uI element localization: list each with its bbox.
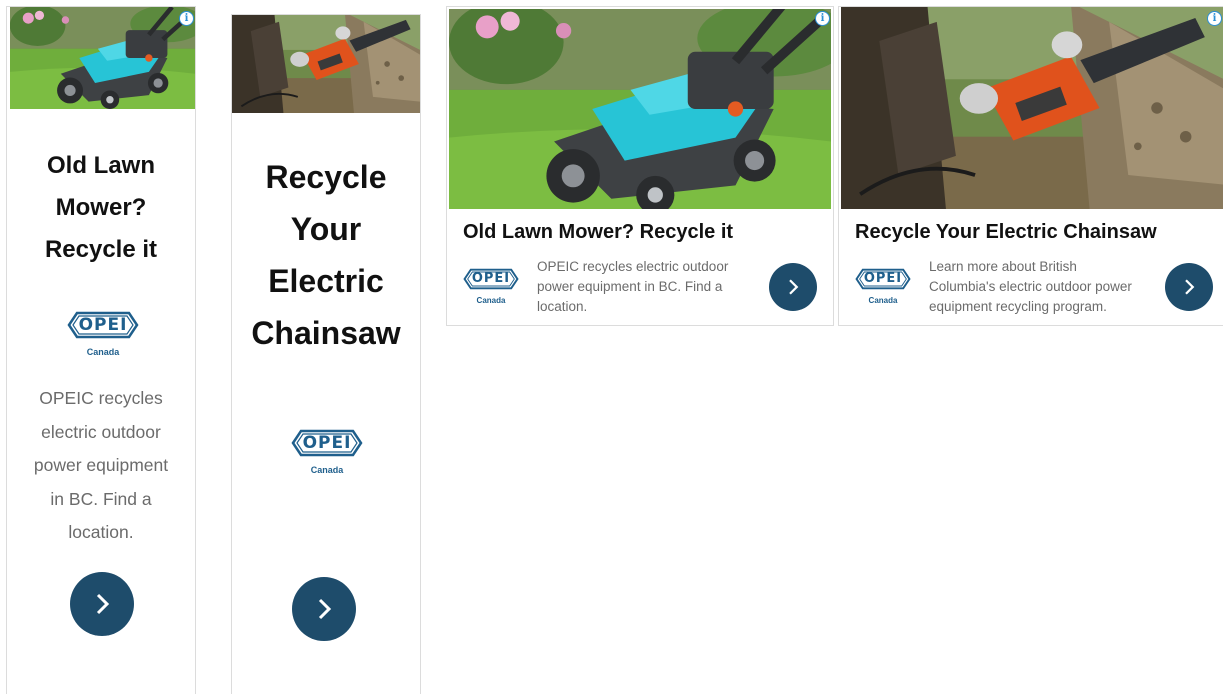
ad-title[interactable]: Old Lawn Mower? Recycle it: [463, 221, 733, 244]
ad-chainsaw-horizontal[interactable]: i Recycle Your Electric Chainsaw OPEI Ca…: [838, 6, 1223, 326]
ad-info-icon[interactable]: i: [815, 11, 830, 26]
chevron-right-icon: [318, 598, 332, 620]
chainsaw-photo[interactable]: [232, 15, 420, 113]
opeic-logo: OPEI Canada: [461, 265, 521, 311]
chevron-right-icon: [1185, 279, 1195, 295]
ad-description: OPEIC recycles electric outdoor power eq…: [33, 388, 169, 542]
ad-chainsaw-vertical[interactable]: Recycle Your Electric Chainsaw OPEI Cana…: [231, 14, 421, 694]
opeic-logo: OPEI Canada: [853, 265, 913, 311]
chainsaw-photo[interactable]: [841, 7, 1223, 209]
opeic-logo: OPEI Canada: [289, 425, 365, 481]
ad-description: Learn more about British Columbia's elec…: [929, 259, 1132, 314]
ad-description: OPEIC recycles electric outdoor power eq…: [537, 259, 729, 314]
ad-title[interactable]: Recycle Your Electric Chainsaw: [855, 221, 1157, 244]
go-button[interactable]: [70, 572, 134, 636]
ad-title[interactable]: Recycle Your Electric Chainsaw: [232, 151, 420, 359]
go-button[interactable]: [1165, 263, 1213, 311]
lawn-mower-photo[interactable]: [449, 9, 831, 209]
ad-info-icon[interactable]: i: [1207, 11, 1222, 26]
ad-lawn-mower-vertical[interactable]: i Old Lawn Mower? Recycle it OPEI Canada…: [6, 6, 196, 694]
go-button[interactable]: [292, 577, 356, 641]
chevron-right-icon: [789, 279, 799, 295]
chevron-right-icon: [96, 593, 110, 615]
ad-lawn-mower-horizontal[interactable]: i Old Lawn Mower? Recycle it OPEI Canada…: [446, 6, 834, 326]
opeic-logo: OPEI Canada: [65, 307, 141, 363]
ad-info-icon[interactable]: i: [179, 11, 194, 26]
go-button[interactable]: [769, 263, 817, 311]
lawn-mower-photo[interactable]: [10, 7, 195, 109]
ad-title[interactable]: Old Lawn Mower? Recycle it: [7, 145, 195, 271]
